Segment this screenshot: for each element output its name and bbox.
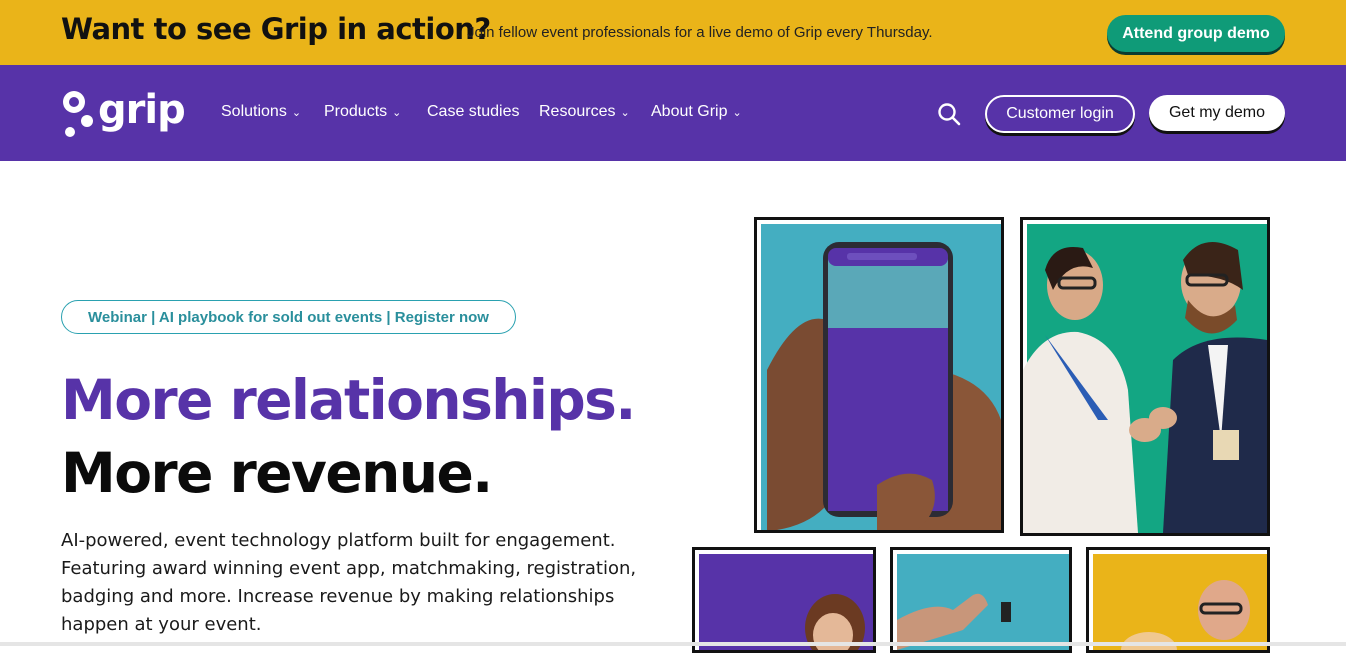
attendee-image bbox=[699, 554, 873, 650]
grip-logo[interactable]: grip bbox=[61, 87, 186, 141]
nav-label: Products bbox=[324, 103, 388, 120]
webinar-pill-link[interactable]: Webinar | AI playbook for sold out event… bbox=[61, 300, 516, 334]
nav-label: About Grip bbox=[651, 103, 728, 120]
customer-login-button[interactable]: Customer login bbox=[985, 95, 1135, 133]
photo-happy-attendee bbox=[1086, 547, 1270, 653]
hero-headline-primary: More relationships. bbox=[61, 368, 636, 432]
chevron-down-icon: ⌄ bbox=[291, 106, 302, 119]
chevron-down-icon: ⌄ bbox=[392, 106, 402, 119]
attend-group-demo-button[interactable]: Attend group demo bbox=[1107, 15, 1285, 52]
chevron-down-icon: ⌄ bbox=[732, 106, 742, 119]
photo-phone-app bbox=[754, 217, 1004, 533]
chevron-down-icon: ⌄ bbox=[620, 106, 630, 119]
nav-case-studies[interactable]: Case studies bbox=[427, 103, 520, 121]
nav-label: Solutions bbox=[221, 103, 287, 120]
promo-banner: Want to see Grip in action? Join fellow … bbox=[0, 0, 1346, 65]
nav-products[interactable]: Products ⌄ bbox=[324, 103, 401, 121]
get-my-demo-button[interactable]: Get my demo bbox=[1149, 95, 1285, 131]
promo-subtitle: Join fellow event professionals for a li… bbox=[467, 24, 933, 41]
nav-resources[interactable]: Resources ⌄ bbox=[539, 103, 630, 121]
happy-attendee-image bbox=[1093, 554, 1267, 650]
hero-description: AI-powered, event technology platform bu… bbox=[61, 530, 637, 635]
search-icon[interactable] bbox=[937, 102, 961, 126]
main-nav: grip Solutions ⌄ Products ⌄ Case studies… bbox=[0, 65, 1346, 161]
badge-scan-image bbox=[897, 554, 1069, 650]
nav-about-grip[interactable]: About Grip ⌄ bbox=[651, 103, 742, 121]
networking-people-image bbox=[1023, 224, 1267, 533]
logo-text: grip bbox=[98, 87, 186, 133]
nav-label: Case studies bbox=[427, 103, 520, 120]
page-bottom-edge bbox=[0, 642, 1346, 646]
promo-title: Want to see Grip in action? bbox=[61, 12, 491, 46]
nav-solutions[interactable]: Solutions ⌄ bbox=[221, 103, 301, 121]
grip-logo-icon bbox=[63, 91, 93, 137]
photo-attendee bbox=[692, 547, 876, 653]
phone-in-hand-image bbox=[761, 224, 1001, 530]
hero-headline-secondary: More revenue. bbox=[61, 441, 493, 505]
photo-networking bbox=[1020, 217, 1270, 536]
nav-label: Resources bbox=[539, 103, 616, 120]
photo-badge-scan bbox=[890, 547, 1072, 653]
